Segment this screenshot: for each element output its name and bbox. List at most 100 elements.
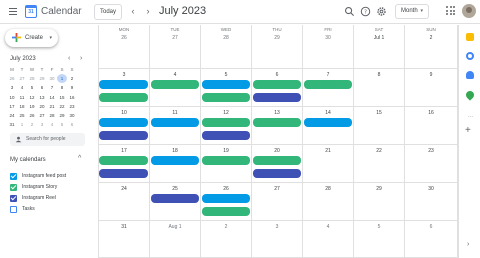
mini-day[interactable]: 31	[7, 120, 17, 129]
mini-day[interactable]: 16	[67, 93, 77, 102]
mini-day[interactable]: 13	[37, 93, 47, 102]
mini-day[interactable]: 23	[67, 102, 77, 111]
date-label[interactable]: Jul 1	[354, 35, 404, 41]
event-chip[interactable]	[202, 131, 250, 140]
event-chip[interactable]	[99, 156, 148, 165]
day-cell[interactable]: 9	[405, 69, 458, 107]
calendar-checkbox[interactable]	[10, 194, 17, 202]
date-label[interactable]: 27	[252, 186, 302, 192]
maps-icon[interactable]	[464, 89, 476, 101]
day-cell[interactable]: THU 29	[252, 25, 303, 69]
create-button[interactable]: Create ▾	[5, 29, 58, 47]
date-label[interactable]: 3	[99, 72, 149, 78]
mini-day[interactable]: 26	[7, 74, 17, 83]
mini-next-month-button[interactable]: ›	[80, 55, 82, 62]
help-icon[interactable]: ?	[360, 6, 371, 17]
mini-day[interactable]: 2	[27, 120, 37, 129]
mini-day[interactable]: 5	[57, 120, 67, 129]
date-label[interactable]: 22	[354, 148, 404, 154]
mini-day[interactable]: 29	[37, 74, 47, 83]
mini-day[interactable]: 21	[47, 102, 57, 111]
mini-day[interactable]: 29	[57, 111, 67, 120]
date-label[interactable]: 2	[201, 224, 251, 230]
mini-day[interactable]: 15	[57, 93, 67, 102]
date-label[interactable]: 8	[354, 72, 404, 78]
date-label[interactable]: 4	[303, 224, 353, 230]
search-icon[interactable]	[344, 6, 355, 17]
day-cell[interactable]: 21	[303, 145, 354, 183]
today-button[interactable]: Today	[94, 4, 123, 20]
event-chip[interactable]	[151, 156, 199, 165]
mini-day[interactable]: 24	[7, 111, 17, 120]
mini-day[interactable]: 28	[47, 111, 57, 120]
day-cell[interactable]: 16	[405, 107, 458, 145]
mini-day[interactable]: 4	[47, 120, 57, 129]
mini-day[interactable]: 3	[37, 120, 47, 129]
mini-day[interactable]: 28	[27, 74, 37, 83]
event-chip[interactable]	[202, 194, 250, 203]
date-label[interactable]: 4	[150, 72, 200, 78]
mini-day[interactable]: 14	[47, 93, 57, 102]
settings-icon[interactable]	[376, 6, 387, 17]
date-label[interactable]: 26	[201, 186, 251, 192]
event-chip[interactable]	[99, 131, 148, 140]
event-chip[interactable]	[99, 118, 148, 127]
date-label[interactable]: 3	[252, 224, 302, 230]
day-cell[interactable]: FRI 30	[303, 25, 354, 69]
mini-day[interactable]: 5	[27, 83, 37, 92]
view-selector[interactable]: Month ▾	[395, 4, 429, 19]
event-chip[interactable]	[202, 207, 250, 216]
day-cell[interactable]: TUE 27	[150, 25, 201, 69]
day-cell[interactable]: 15	[354, 107, 405, 145]
day-cell[interactable]: 5	[354, 221, 405, 258]
mini-day[interactable]: 7	[47, 83, 57, 92]
day-cell[interactable]: 31	[98, 221, 150, 258]
date-label[interactable]: 30	[405, 186, 457, 192]
date-label[interactable]: 18	[150, 148, 200, 154]
date-label[interactable]: 6	[405, 224, 457, 230]
event-chip[interactable]	[202, 118, 250, 127]
date-label[interactable]: 23	[405, 148, 457, 154]
date-label[interactable]: 5	[354, 224, 404, 230]
mini-day[interactable]: 12	[27, 93, 37, 102]
day-cell[interactable]: MON 26	[98, 25, 150, 69]
date-label[interactable]: 6	[252, 72, 302, 78]
calendar-item[interactable]: Instagram feed post	[10, 172, 66, 180]
event-chip[interactable]	[253, 80, 301, 89]
date-label[interactable]: 16	[405, 110, 457, 116]
day-cell[interactable]: Aug 1	[150, 221, 201, 258]
prev-month-button[interactable]: ‹	[128, 5, 138, 17]
date-label[interactable]: 25	[150, 186, 200, 192]
day-cell[interactable]: 3	[252, 221, 303, 258]
mini-day[interactable]: 1	[17, 120, 27, 129]
date-label[interactable]: 7	[303, 72, 353, 78]
day-cell[interactable]: 29	[354, 183, 405, 221]
mini-day[interactable]: 9	[67, 83, 77, 92]
event-chip[interactable]	[99, 169, 148, 178]
mini-day[interactable]: 10	[7, 93, 17, 102]
date-label[interactable]: 29	[252, 35, 302, 41]
date-label[interactable]: 13	[252, 110, 302, 116]
event-chip[interactable]	[202, 80, 250, 89]
event-chip[interactable]	[202, 156, 250, 165]
mini-day[interactable]: 19	[27, 102, 37, 111]
mini-day[interactable]: 2	[67, 74, 77, 83]
day-cell[interactable]: 28	[303, 183, 354, 221]
date-label[interactable]: 27	[150, 35, 200, 41]
account-avatar[interactable]	[462, 4, 476, 18]
day-cell[interactable]: 30	[405, 183, 458, 221]
mini-day[interactable]: 27	[17, 74, 27, 83]
day-cell[interactable]: 8	[354, 69, 405, 107]
event-chip[interactable]	[253, 93, 301, 102]
keep-icon[interactable]	[466, 33, 474, 41]
calendar-item[interactable]: Instagram Story	[10, 183, 57, 191]
event-chip[interactable]	[304, 118, 352, 127]
date-label[interactable]: 12	[201, 110, 251, 116]
date-label[interactable]: 15	[354, 110, 404, 116]
mini-day[interactable]: 6	[37, 83, 47, 92]
event-chip[interactable]	[151, 80, 199, 89]
mini-day[interactable]: 3	[7, 83, 17, 92]
date-label[interactable]: 28	[201, 35, 251, 41]
mini-day[interactable]: 27	[37, 111, 47, 120]
expand-panel-icon[interactable]: ›	[467, 241, 469, 248]
